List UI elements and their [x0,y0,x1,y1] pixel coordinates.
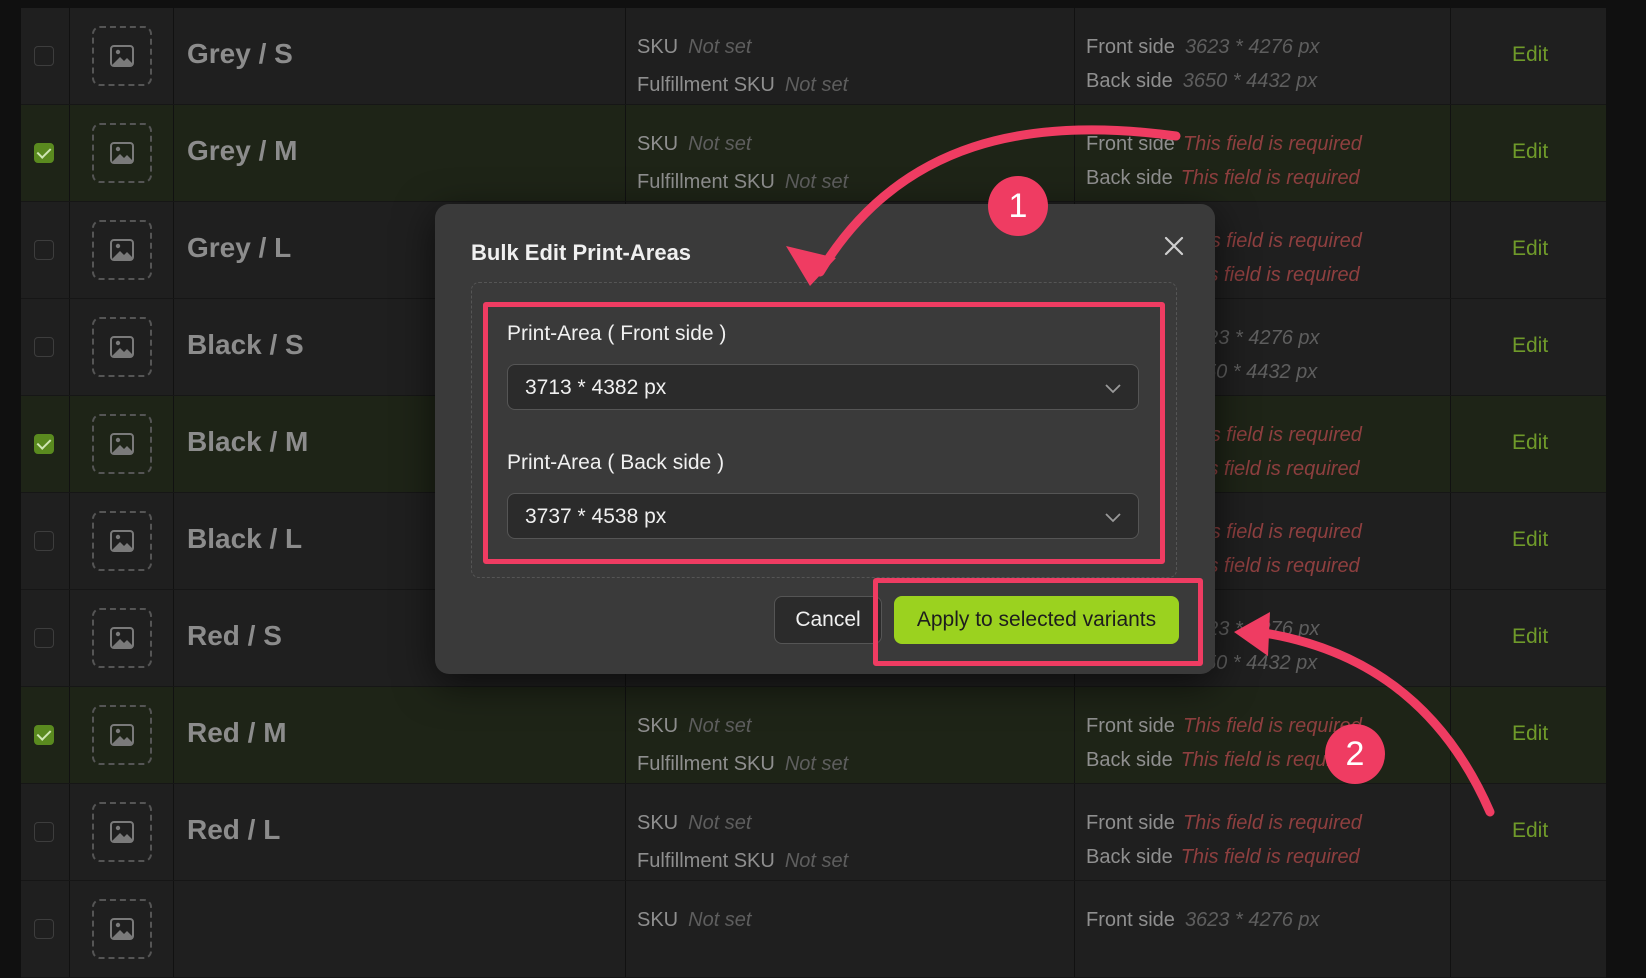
front-side-label: Front side [1086,909,1175,931]
sku-label: SKU [637,715,679,737]
variant-image-placeholder[interactable] [92,26,152,86]
edit-link[interactable]: Edit [1512,528,1548,552]
sku-label: SKU [637,36,679,58]
variant-name: Black / S [187,329,304,360]
edit-link[interactable]: Edit [1512,43,1548,67]
sku-value: Not set [688,715,752,737]
back-side-label: Back side [1086,70,1173,92]
sku-value: Not set [688,909,752,931]
back-side-value: This field is required [1180,167,1360,189]
fulfillment-sku-label: Fulfillment SKU [637,850,775,872]
back-side-label: Back side [1086,749,1173,771]
variant-image-placeholder[interactable] [92,899,152,959]
variant-name: Red / M [187,717,287,748]
edit-link[interactable]: Edit [1512,237,1548,261]
fulfillment-sku-label: Fulfillment SKU [637,74,775,96]
front-side-label: Front side [1086,812,1175,834]
front-side-value: 3623 * 4276 px [1184,36,1320,58]
table-row: SKU Not set Front side 3623 * 4276 px [21,881,1606,978]
row-checkbox[interactable] [34,143,54,163]
sku-label: SKU [637,812,679,834]
fulfillment-sku-label: Fulfillment SKU [637,753,775,775]
back-side-label: Back side [1086,167,1173,189]
fulfillment-sku-value: Not set [784,74,849,96]
edit-link[interactable]: Edit [1512,819,1548,843]
fulfillment-sku-value: Not set [784,850,849,872]
print-area-info: Front sideThis field is requiredBack sid… [1086,709,1362,777]
fulfillment-sku-value: Not set [784,171,849,193]
sku-value: Not set [688,36,752,58]
sku-label: SKU [637,909,679,931]
table-row: Grey / S SKU Not set Fulfillment SKU Not set… [21,8,1606,105]
print-area-info: Front side 3623 * 4276 px Back side 3650 * … [1086,30,1320,98]
variant-name: Black / L [187,523,303,554]
variant-name: Red / S [187,620,282,651]
variant-image-placeholder[interactable] [92,123,152,183]
front-side-label: Front side [1086,715,1175,737]
highlight-apply-button [873,578,1203,666]
variant-name: Grey / S [187,38,293,69]
cancel-button[interactable]: Cancel [774,596,882,644]
table-row: Red / L SKU Not set Fulfillment SKU Not set F… [21,784,1606,881]
variant-image-placeholder[interactable] [92,317,152,377]
print-area-info: Front sideThis field is requiredBack sid… [1086,127,1362,195]
sku-info: SKU Not set Fulfillment SKU Not set [637,125,848,201]
variant-name: Black / M [187,426,309,457]
edit-link[interactable]: Edit [1512,722,1548,746]
variant-image-placeholder[interactable] [92,608,152,668]
edit-link[interactable]: Edit [1512,140,1548,164]
sku-info: SKU Not set Fulfillment SKU Not set [637,28,848,104]
modal-title: Bulk Edit Print-Areas [471,240,692,265]
back-side-value: This field is required [1180,846,1360,868]
variant-name: Grey / L [187,232,292,263]
front-side-label: Front side [1086,36,1175,58]
front-side-value: This field is required [1182,133,1362,155]
fulfillment-sku-label: Fulfillment SKU [637,171,775,193]
table-row: Grey / M SKU Not set Fulfillment SKU Not set… [21,105,1606,202]
sku-info: SKU Not set Fulfillment SKU Not set [637,804,848,880]
fulfillment-sku-value: Not set [784,753,849,775]
print-area-info: Front sideThis field is requiredBack sid… [1086,806,1362,874]
close-icon[interactable] [1160,232,1188,260]
row-checkbox[interactable] [34,434,54,454]
sku-value: Not set [688,812,752,834]
variant-image-placeholder[interactable] [92,705,152,765]
variant-image-placeholder[interactable] [92,414,152,474]
variant-image-placeholder[interactable] [92,802,152,862]
variant-image-placeholder[interactable] [92,220,152,280]
sku-info: SKU Not set Fulfillment SKU Not set [637,707,848,783]
row-checkbox[interactable] [34,628,54,648]
highlight-print-area-fields [483,302,1165,564]
variant-name: Red / L [187,814,281,845]
sku-value: Not set [688,133,752,155]
row-checkbox[interactable] [34,46,54,66]
sku-label: SKU [637,133,679,155]
print-area-info: Front side 3623 * 4276 px [1086,903,1320,971]
front-side-value: 3623 * 4276 px [1184,909,1320,931]
step-2-badge: 2 [1325,724,1385,784]
variant-image-placeholder[interactable] [92,511,152,571]
edit-link[interactable]: Edit [1512,334,1548,358]
row-checkbox[interactable] [34,725,54,745]
edit-link[interactable]: Edit [1512,431,1548,455]
step-1-badge: 1 [988,176,1048,236]
front-side-value: This field is required [1182,812,1362,834]
variant-name: Grey / M [187,135,298,166]
back-side-value: 3650 * 4432 px [1182,70,1318,92]
row-checkbox[interactable] [34,531,54,551]
row-checkbox[interactable] [34,240,54,260]
row-checkbox[interactable] [34,822,54,842]
row-checkbox[interactable] [34,919,54,939]
sku-info: SKU Not set [637,901,751,977]
edit-link[interactable]: Edit [1512,625,1548,649]
row-checkbox[interactable] [34,337,54,357]
front-side-label: Front side [1086,133,1175,155]
back-side-label: Back side [1086,846,1173,868]
